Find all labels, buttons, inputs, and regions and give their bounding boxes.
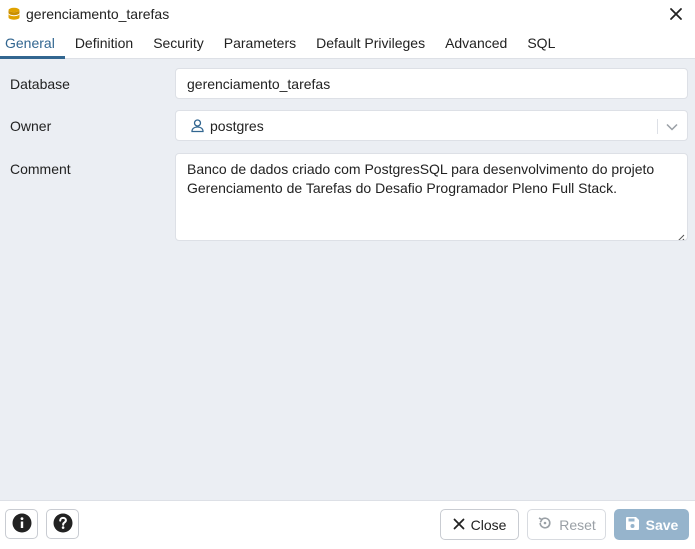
tab-label: SQL <box>527 35 556 51</box>
tab-bar: General Definition Security Parameters D… <box>0 28 695 59</box>
tab-security[interactable]: Security <box>143 28 214 58</box>
tab-label: Definition <box>74 35 134 51</box>
tab-label: Advanced <box>445 35 508 51</box>
help-icon <box>53 513 73 536</box>
dialog-footer: Close Reset Save <box>0 500 695 549</box>
tab-default-privileges[interactable]: Default Privileges <box>306 28 435 58</box>
reset-button[interactable]: Reset <box>527 509 606 540</box>
tab-sql[interactable]: SQL <box>517 28 565 58</box>
owner-label: Owner <box>10 118 52 134</box>
tab-definition[interactable]: Definition <box>65 28 143 58</box>
save-button-label: Save <box>645 516 679 533</box>
database-icon <box>7 7 21 21</box>
database-label: Database <box>10 76 70 92</box>
tab-general[interactable]: General <box>0 28 65 59</box>
owner-select[interactable]: postgres <box>175 110 688 141</box>
owner-value: postgres <box>210 117 264 134</box>
tab-label: Security <box>153 35 204 51</box>
info-icon <box>12 513 32 536</box>
user-icon <box>190 118 205 133</box>
close-button-label: Close <box>470 516 507 533</box>
resize-grip-icon[interactable] <box>676 229 685 240</box>
help-button[interactable] <box>46 509 79 539</box>
close-button[interactable]: Close <box>440 509 519 540</box>
dialog-titlebar: gerenciamento_tarefas <box>0 0 695 28</box>
database-name-value: gerenciamento_tarefas <box>187 75 331 92</box>
reset-button-label: Reset <box>559 516 596 533</box>
close-icon <box>453 517 465 533</box>
tab-label: General <box>5 35 55 51</box>
tab-parameters[interactable]: Parameters <box>214 28 306 58</box>
info-button[interactable] <box>5 509 38 539</box>
tab-label: Parameters <box>223 35 297 51</box>
database-name-input[interactable]: gerenciamento_tarefas <box>175 68 688 99</box>
comment-label: Comment <box>10 161 71 177</box>
dialog-close-icon[interactable] <box>667 5 685 23</box>
comment-textarea[interactable]: Banco de dados criado com PostgresSQL pa… <box>175 153 688 241</box>
reset-icon <box>537 515 553 534</box>
save-icon <box>625 516 640 534</box>
tab-advanced[interactable]: Advanced <box>435 28 517 58</box>
save-button[interactable]: Save <box>614 509 689 540</box>
comment-value: Banco de dados criado com PostgresSQL pa… <box>187 161 655 196</box>
chevron-down-icon[interactable] <box>664 119 680 135</box>
dialog-title: gerenciamento_tarefas <box>26 6 170 22</box>
select-separator <box>657 119 658 134</box>
tab-label: Default Privileges <box>316 35 426 51</box>
